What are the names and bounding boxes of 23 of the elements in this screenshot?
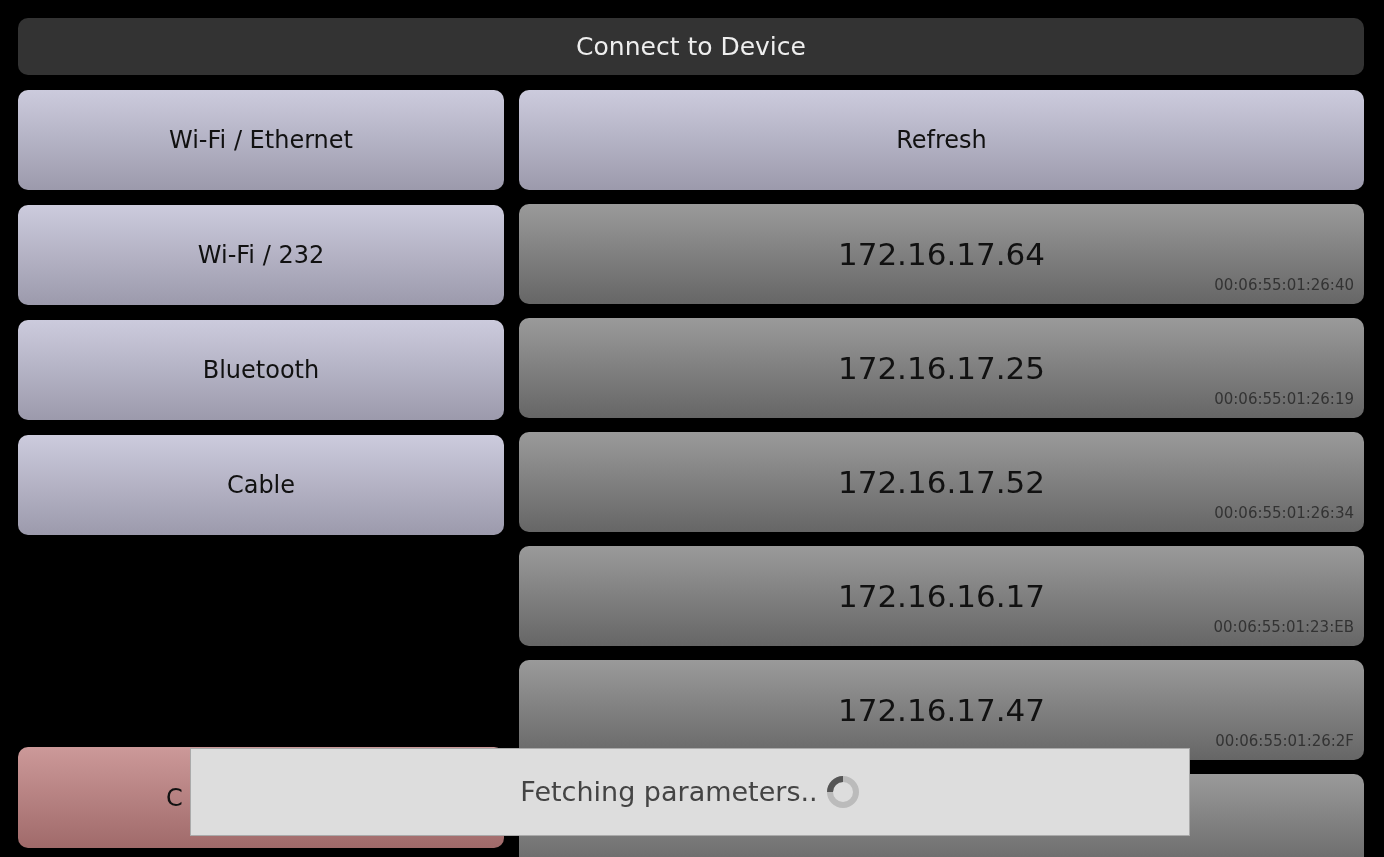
device-button[interactable]: 172.16.16.17 00:06:55:01:23:EB bbox=[519, 546, 1364, 646]
device-ip: 172.16.17.47 bbox=[837, 690, 1046, 730]
device-mac: 00:06:55:01:26:2F bbox=[1215, 730, 1354, 752]
device-button[interactable]: 172.16.17.47 00:06:55:01:26:2F bbox=[519, 660, 1364, 760]
device-ip: 172.16.17.64 bbox=[837, 234, 1046, 274]
device-button[interactable]: 172.16.17.52 00:06:55:01:26:34 bbox=[519, 432, 1364, 532]
device-ip: 172.16.16.17 bbox=[837, 576, 1046, 616]
title-bar: Connect to Device bbox=[18, 18, 1364, 75]
connection-type-button[interactable]: Wi-Fi / Ethernet bbox=[18, 90, 504, 190]
connection-type-button[interactable]: Bluetooth bbox=[18, 320, 504, 420]
device-mac: 00:06:55:01:23:EB bbox=[1213, 616, 1354, 638]
loading-message: Fetching parameters.. bbox=[520, 774, 818, 809]
device-button[interactable]: 172.16.17.25 00:06:55:01:26:19 bbox=[519, 318, 1364, 418]
connection-type-button[interactable]: Wi-Fi / 232 bbox=[18, 205, 504, 305]
device-ip: 172.16.17.52 bbox=[837, 462, 1046, 502]
device-mac: 00:06:55:01:26:40 bbox=[1214, 274, 1354, 296]
refresh-button[interactable]: Refresh bbox=[519, 90, 1364, 190]
device-mac: 00:06:55:01:26:34 bbox=[1214, 502, 1354, 524]
spinner-icon bbox=[825, 775, 860, 809]
device-mac: 00:06:55:01:26:19 bbox=[1214, 388, 1354, 410]
connection-type-button[interactable]: Cable bbox=[18, 435, 504, 535]
device-button[interactable]: 172.16.17.64 00:06:55:01:26:40 bbox=[519, 204, 1364, 304]
device-ip: 172.16.17.25 bbox=[837, 348, 1046, 388]
